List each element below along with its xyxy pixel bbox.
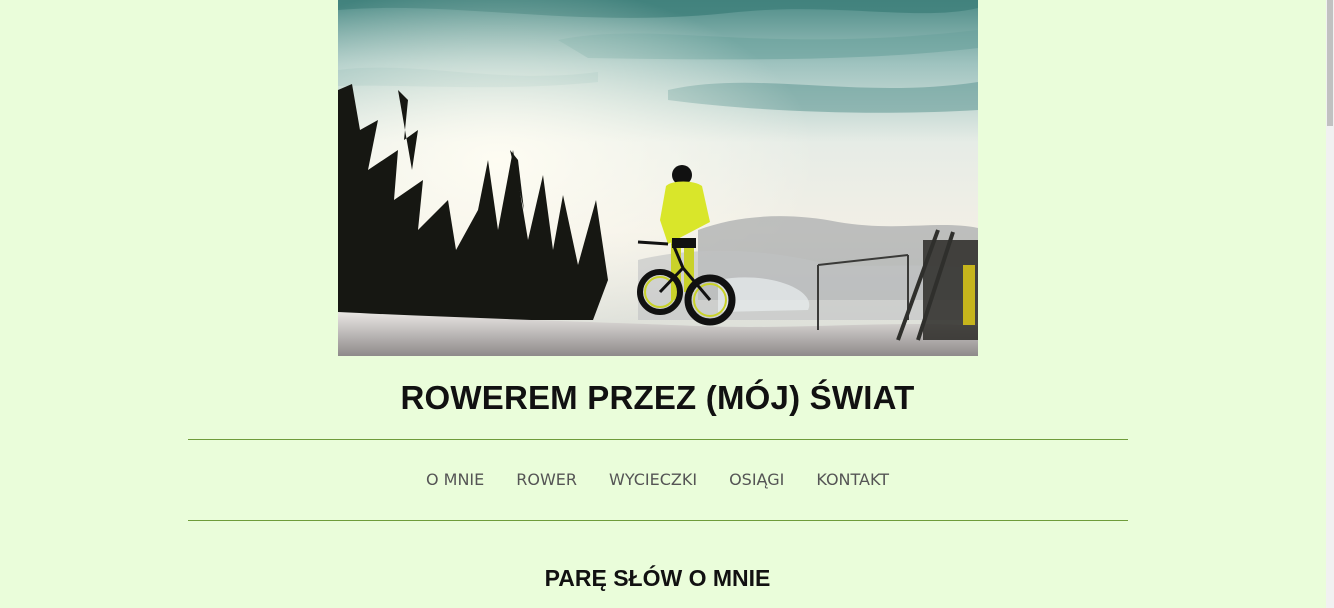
nav-item-o-mnie[interactable]: O MNIE (426, 469, 484, 491)
page-scrollbar[interactable] (1326, 0, 1334, 608)
hero-image (338, 0, 978, 356)
site-title: ROWEREM PRZEZ (MÓJ) ŚWIAT (400, 379, 915, 416)
nav-item-kontakt[interactable]: KONTAKT (816, 469, 889, 491)
nav-item-rower[interactable]: ROWER (516, 469, 577, 491)
nav-divider-bottom (188, 520, 1128, 521)
nav-divider-top (188, 439, 1128, 440)
nav-item-wycieczki[interactable]: WYCIECZKI (609, 469, 697, 491)
main-nav: O MNIE ROWER WYCIECZKI OSIĄGI KONTAKT (0, 469, 1315, 491)
nav-item-osiagi[interactable]: OSIĄGI (729, 469, 784, 491)
page: ROWEREM PRZEZ (MÓJ) ŚWIAT O MNIE ROWER W… (0, 0, 1326, 608)
hero-photo (338, 0, 978, 356)
section-title: PARĘ SŁÓW O MNIE (544, 565, 771, 591)
scrollbar-thumb[interactable] (1327, 0, 1333, 126)
